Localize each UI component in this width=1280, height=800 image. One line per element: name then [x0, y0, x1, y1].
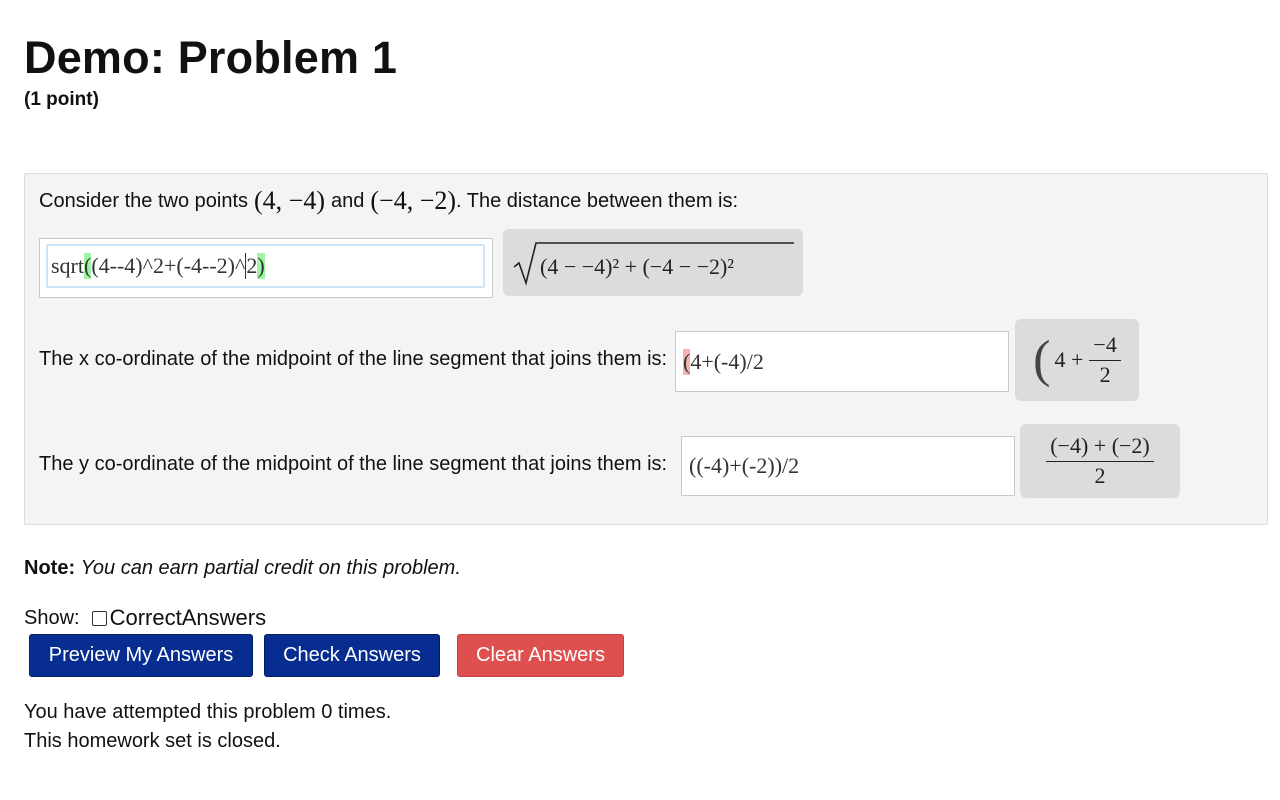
- preview-3-numerator: (−4) + (−2): [1046, 434, 1154, 462]
- preview-3-denominator: 2: [1094, 462, 1106, 488]
- show-options: Show: CorrectAnswers: [24, 605, 266, 631]
- show-label: Show:: [24, 606, 80, 629]
- distance-answer-container: sqrt((4--4)^2+(-4--2)^ 2): [39, 238, 493, 298]
- midpoint-y-preview: (−4) + (−2) 2: [1020, 424, 1180, 498]
- q1-text-before: Consider the two points: [39, 189, 249, 212]
- preview-2-fraction: −4 2: [1089, 333, 1121, 387]
- check-answers-button[interactable]: Check Answers: [264, 634, 440, 677]
- question-2-text: The x co-ordinate of the midpoint of the…: [39, 348, 668, 370]
- correct-answers-checkbox[interactable]: [91, 610, 107, 626]
- partial-credit-note: Note: You can earn partial credit on thi…: [24, 557, 461, 580]
- point-b: (−4, −2): [370, 186, 457, 215]
- correct-answers-label[interactable]: CorrectAnswers: [110, 605, 266, 631]
- preview-3-fraction: (−4) + (−2) 2: [1046, 434, 1154, 487]
- text-caret: 2: [245, 253, 258, 279]
- answer-2-body: 4+(-4)/2: [690, 348, 764, 374]
- problem-body: Consider the two points (4, −4) and (−4,…: [24, 173, 1268, 525]
- matched-paren-close: ): [257, 253, 265, 279]
- question-1-text: Consider the two points (4, −4) and (−4,…: [39, 186, 738, 216]
- matched-paren-open: (: [84, 253, 92, 279]
- question-3-text: The y co-ordinate of the midpoint of the…: [39, 453, 668, 475]
- attempts-status: You have attempted this problem 0 times.: [24, 701, 392, 723]
- midpoint-y-input[interactable]: ((-4)+(-2))/2: [681, 436, 1015, 496]
- midpoint-x-preview: ( 4 + −4 2: [1015, 319, 1139, 401]
- sqrt-icon: (4 − −4)² + (−4 − −2)²: [513, 241, 794, 286]
- answer-3-body: ((-4)+(-2))/2: [689, 453, 800, 478]
- answer-1-body: (4--4)^2+(-4--2)^: [91, 253, 246, 278]
- note-text: You can earn partial credit on this prob…: [80, 557, 461, 579]
- answer-1-func: sqrt: [51, 253, 84, 278]
- problem-points: (1 point): [24, 89, 99, 110]
- preview-2-denominator: 2: [1099, 361, 1111, 387]
- preview-answers-button[interactable]: Preview My Answers: [29, 634, 253, 677]
- preview-2-term: 4 +: [1054, 347, 1084, 372]
- clear-answers-button[interactable]: Clear Answers: [457, 634, 624, 677]
- set-closed-status: This homework set is closed.: [24, 730, 281, 752]
- q1-text-after: . The distance between them is:: [456, 189, 739, 212]
- unmatched-paren: (: [683, 348, 691, 375]
- page-title: Demo: Problem 1: [24, 32, 398, 83]
- point-a: (4, −4): [254, 186, 325, 215]
- q1-text-mid: and: [331, 189, 365, 212]
- distance-preview: (4 − −4)² + (−4 − −2)²: [503, 229, 803, 296]
- midpoint-x-input[interactable]: (4+(-4)/2: [675, 331, 1009, 392]
- note-label: Note:: [24, 557, 76, 579]
- distance-answer-input[interactable]: sqrt((4--4)^2+(-4--2)^ 2): [46, 244, 485, 288]
- big-paren-icon: (: [1033, 331, 1051, 388]
- distance-preview-expression: (4 − −4)² + (−4 − −2)²: [540, 254, 734, 279]
- preview-2-numerator: −4: [1089, 333, 1121, 361]
